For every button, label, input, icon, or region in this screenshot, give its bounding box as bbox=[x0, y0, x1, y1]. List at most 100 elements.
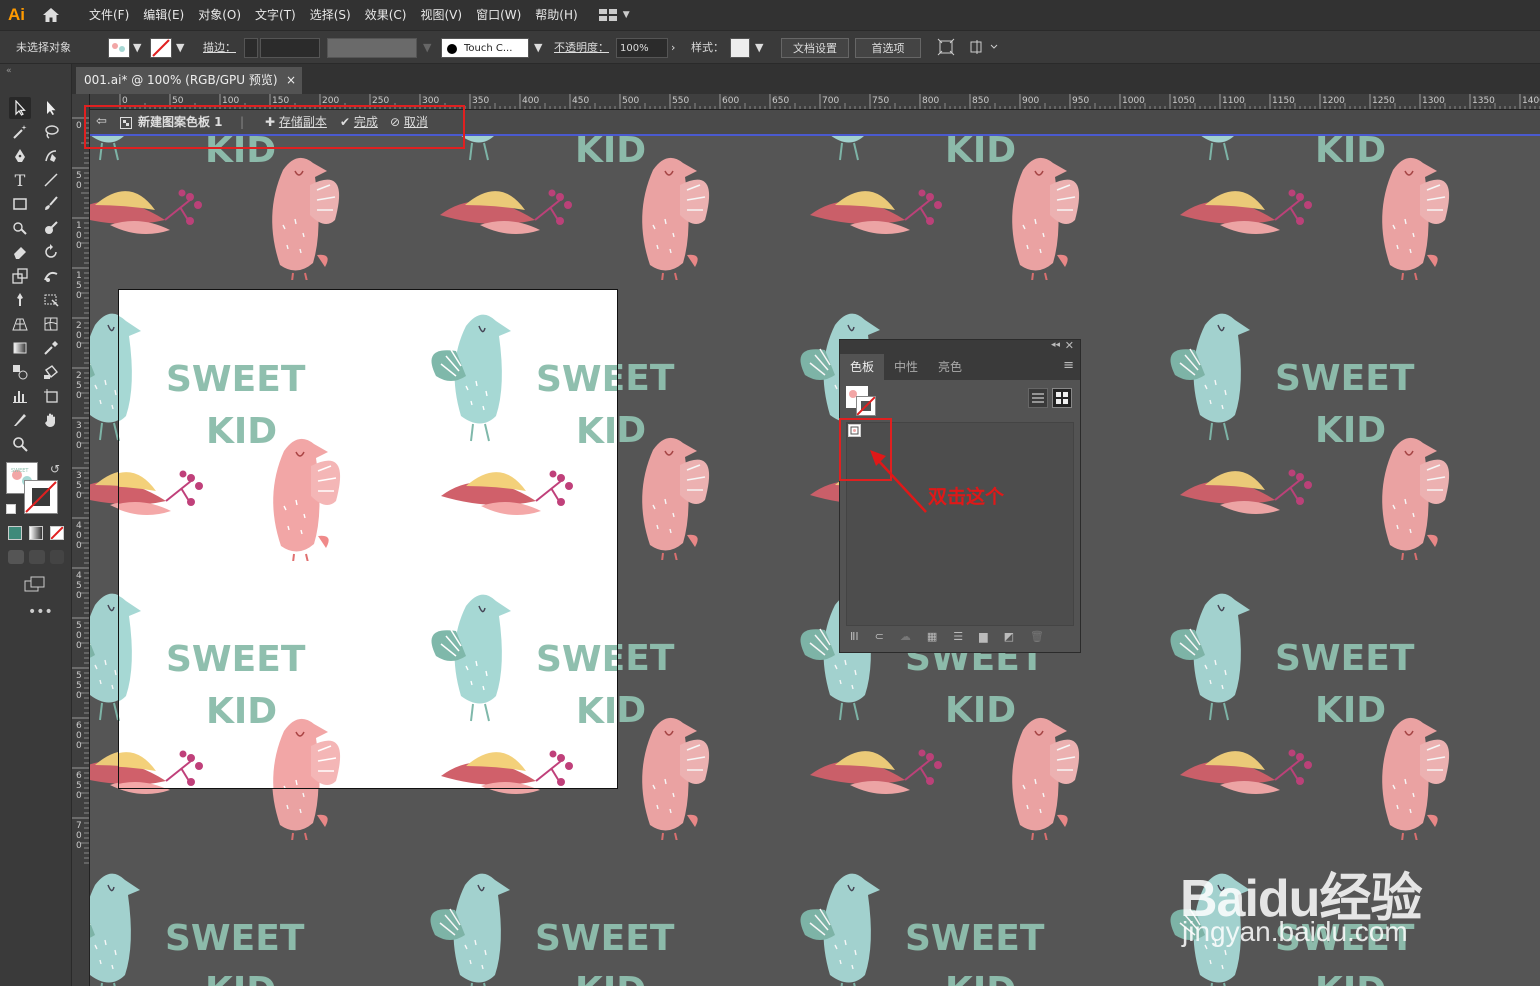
collapse-panel-icon[interactable]: ◂◂ bbox=[1051, 340, 1060, 350]
artboard-tool-icon[interactable] bbox=[40, 385, 62, 407]
swatch-options-icon[interactable]: ☰ bbox=[953, 630, 963, 643]
menu-edit[interactable]: 编辑(E) bbox=[136, 0, 191, 30]
draw-behind-icon[interactable] bbox=[29, 550, 45, 564]
color-mode-icon[interactable] bbox=[8, 526, 22, 540]
place-swatch-icon[interactable]: ⊂ bbox=[875, 630, 884, 643]
stroke-stepper[interactable] bbox=[244, 38, 258, 58]
shaper-tool-icon[interactable] bbox=[9, 217, 31, 239]
ruler-label: 1 bbox=[76, 271, 82, 281]
close-panel-icon[interactable]: ✕ bbox=[1065, 339, 1074, 352]
scale-tool-icon[interactable] bbox=[9, 265, 31, 287]
free-transform-tool-icon[interactable] bbox=[40, 289, 62, 311]
list-view-icon[interactable] bbox=[1028, 388, 1048, 408]
close-tab-icon[interactable]: × bbox=[286, 67, 296, 94]
blend-tool-icon[interactable] bbox=[9, 361, 31, 383]
grid-view-icon[interactable] bbox=[1052, 388, 1072, 408]
ruler-label: 0 bbox=[76, 741, 82, 751]
brush-dropdown[interactable]: ▼ bbox=[534, 38, 542, 58]
blob-brush-tool-icon[interactable] bbox=[40, 217, 62, 239]
gradient-mode-icon[interactable] bbox=[29, 526, 43, 540]
current-swatch-stroke[interactable] bbox=[856, 396, 876, 416]
warp-tool-icon[interactable] bbox=[40, 265, 62, 287]
swap-fill-stroke-icon[interactable]: ↺ bbox=[50, 462, 60, 476]
document-tab[interactable]: 001.ai* @ 100% (RGB/GPU 预览) × bbox=[76, 67, 302, 94]
rectangle-tool-icon[interactable] bbox=[9, 193, 31, 215]
fill-swatch[interactable] bbox=[108, 38, 130, 58]
arrange-documents-icon[interactable] bbox=[937, 38, 955, 58]
draw-inside-icon[interactable] bbox=[50, 550, 64, 564]
new-group-icon[interactable]: ▆ bbox=[979, 630, 987, 643]
type-tool-icon[interactable]: T bbox=[9, 169, 31, 191]
slice-tool-icon[interactable] bbox=[9, 409, 31, 431]
brush-definition[interactable]: Touch C... bbox=[441, 38, 529, 58]
magic-wand-tool-icon[interactable] bbox=[9, 121, 31, 143]
variable-width-profile[interactable] bbox=[327, 38, 417, 58]
tab-neutral[interactable]: 中性 bbox=[884, 354, 928, 380]
eraser-tool-icon[interactable] bbox=[9, 241, 31, 263]
menu-file[interactable]: 文件(F) bbox=[82, 0, 136, 30]
ruler-label: 1400 bbox=[1522, 96, 1540, 106]
tab-swatches[interactable]: 色板 bbox=[840, 354, 885, 380]
opacity-input[interactable]: 100% bbox=[616, 38, 668, 58]
pattern-tile-artboard[interactable]: SWEET KID bbox=[118, 289, 618, 789]
zoom-tool-icon[interactable] bbox=[9, 433, 31, 455]
menu-type[interactable]: 文字(T) bbox=[248, 0, 303, 30]
perspective-grid-tool-icon[interactable] bbox=[9, 313, 31, 335]
default-colors-icon[interactable] bbox=[6, 504, 16, 514]
collapse-icon[interactable]: « bbox=[6, 66, 12, 76]
mesh-tool-icon[interactable] bbox=[40, 313, 62, 335]
more-tools-icon[interactable]: ••• bbox=[28, 604, 53, 620]
cloud-icon[interactable]: ☁ bbox=[900, 630, 911, 643]
menu-window[interactable]: 窗口(W) bbox=[469, 0, 528, 30]
opacity-arrow[interactable]: › bbox=[671, 38, 675, 58]
screen-mode-icon[interactable] bbox=[24, 576, 46, 592]
profile-dropdown[interactable]: ▼ bbox=[423, 38, 431, 58]
lasso-tool-icon[interactable] bbox=[40, 121, 62, 143]
panel-options-icon[interactable] bbox=[969, 38, 999, 58]
curvature-tool-icon[interactable] bbox=[40, 145, 62, 167]
ruler-label: 5 bbox=[76, 671, 82, 681]
stroke-weight-input[interactable] bbox=[260, 38, 320, 58]
opacity-label[interactable]: 不透明度： bbox=[554, 38, 609, 58]
menu-view[interactable]: 视图(V) bbox=[413, 0, 469, 30]
menu-effect[interactable]: 效果(C) bbox=[358, 0, 414, 30]
line-tool-icon[interactable] bbox=[40, 169, 62, 191]
menu-select[interactable]: 选择(S) bbox=[303, 0, 358, 30]
panel-header[interactable]: ◂◂ ✕ bbox=[840, 339, 1080, 354]
selection-tool-icon[interactable] bbox=[9, 97, 31, 119]
doc-setup-button[interactable]: 文档设置 bbox=[781, 38, 849, 58]
style-dropdown[interactable]: ▼ bbox=[755, 38, 763, 58]
new-swatch-icon[interactable]: ◩ bbox=[1004, 630, 1014, 643]
pen-tool-icon[interactable] bbox=[9, 145, 31, 167]
ruler-label: 0 bbox=[76, 591, 82, 601]
home-icon[interactable] bbox=[36, 0, 66, 30]
preferences-button[interactable]: 首选项 bbox=[855, 38, 921, 58]
show-kinds-icon[interactable]: ▦ bbox=[927, 630, 937, 643]
eyedropper-tool-icon[interactable] bbox=[40, 337, 62, 359]
paintbrush-tool-icon[interactable] bbox=[40, 193, 62, 215]
menu-bar: Ai 文件(F) 编辑(E) 对象(O) 文字(T) 选择(S) 效果(C) 视… bbox=[0, 0, 1540, 30]
menu-object[interactable]: 对象(O) bbox=[191, 0, 248, 30]
gradient-tool-icon[interactable] bbox=[9, 337, 31, 359]
workspace-switcher[interactable]: ▼ bbox=[598, 9, 630, 21]
rotate-tool-icon[interactable] bbox=[40, 241, 62, 263]
swatch-libraries-icon[interactable]: ⅡⅠ bbox=[850, 630, 859, 643]
live-paint-bucket-tool-icon[interactable] bbox=[40, 361, 62, 383]
vertical-ruler[interactable]: 0501001502002503003504004505005506006507… bbox=[72, 94, 90, 986]
tab-bright[interactable]: 亮色 bbox=[928, 354, 972, 380]
stroke-dropdown[interactable]: ▼ bbox=[176, 38, 184, 58]
panel-menu-icon[interactable]: ≡ bbox=[1063, 358, 1074, 373]
graph-tool-icon[interactable] bbox=[9, 385, 31, 407]
stroke-label[interactable]: 描边： bbox=[203, 38, 236, 58]
direct-selection-tool-icon[interactable] bbox=[40, 97, 62, 119]
puppet-warp-tool-icon[interactable] bbox=[9, 289, 31, 311]
hand-tool-icon[interactable] bbox=[40, 409, 62, 431]
none-mode-icon[interactable] bbox=[50, 526, 64, 540]
stroke-color-box[interactable] bbox=[24, 480, 58, 514]
fill-dropdown[interactable]: ▼ bbox=[133, 38, 141, 58]
stroke-swatch[interactable] bbox=[150, 38, 172, 58]
graphic-style-swatch[interactable] bbox=[730, 38, 750, 58]
menu-help[interactable]: 帮助(H) bbox=[528, 0, 584, 30]
draw-normal-icon[interactable] bbox=[8, 550, 24, 564]
delete-swatch-icon[interactable]: 🗑 bbox=[1030, 630, 1044, 643]
